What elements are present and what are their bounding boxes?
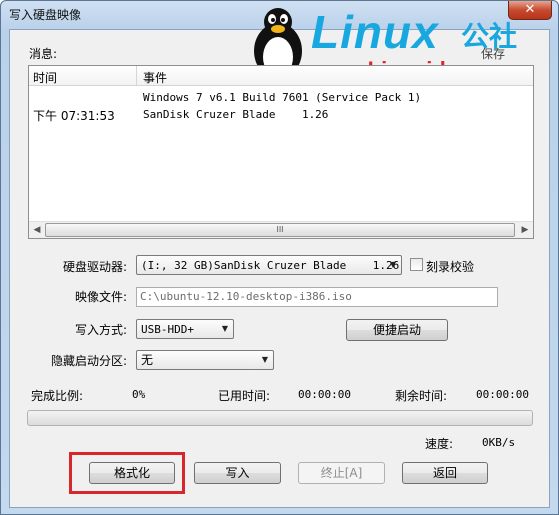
drive-select[interactable]: (I:, 32 GB)SanDisk Cruzer Blade 1.26 ▼ — [136, 255, 402, 275]
message-log-list[interactable]: 时间 事件 Windows 7 v6.1 Build 7601 (Service… — [28, 65, 534, 239]
scroll-right-icon[interactable]: ▶ — [518, 224, 532, 236]
elapsed-label: 已用时间: — [218, 389, 271, 403]
quick-boot-button[interactable]: 便捷启动 — [346, 319, 448, 341]
window-title: 写入硬盘映像 — [9, 8, 82, 22]
progress-bar — [27, 410, 533, 426]
write-mode-label: 写入方式: — [75, 323, 128, 337]
save-partial-label: 保存 — [481, 47, 506, 61]
remaining-value: 00:00:00 — [476, 388, 529, 401]
horizontal-scrollbar[interactable]: ◀ III ▶ — [29, 221, 533, 238]
hidden-partition-value: 无 — [141, 353, 154, 367]
image-file-field[interactable]: C:\ubuntu-12.10-desktop-i386.iso — [136, 287, 498, 307]
chevron-down-icon: ▼ — [261, 355, 269, 364]
scroll-thumb[interactable]: III — [45, 223, 515, 237]
column-event[interactable]: 事件 — [143, 69, 167, 86]
write-button[interactable]: 写入 — [194, 462, 281, 484]
log-event: Windows 7 v6.1 Build 7601 (Service Pack … — [143, 91, 422, 104]
write-mode-value: USB-HDD+ — [141, 323, 194, 336]
drive-label: 硬盘驱动器: — [63, 260, 128, 274]
drive-value: (I:, 32 GB)SanDisk Cruzer Blade 1.26 — [141, 259, 400, 272]
log-event: SanDisk Cruzer Blade 1.26 — [143, 108, 329, 121]
verify-label: 刻录校验 — [426, 260, 475, 274]
complete-value: 0% — [132, 388, 146, 401]
chevron-down-icon: ▼ — [389, 260, 397, 269]
verify-checkbox[interactable] — [410, 258, 423, 271]
messages-label: 消息: — [29, 47, 58, 61]
dialog-window: 写入硬盘映像 ✕ Linux 公社 www.Linuxidc.com 消息: 保… — [0, 0, 559, 515]
remaining-label: 剩余时间: — [395, 389, 448, 403]
back-button[interactable]: 返回 — [402, 462, 488, 484]
scroll-left-icon[interactable]: ◀ — [30, 224, 44, 236]
speed-label: 速度: — [425, 437, 454, 451]
log-header: 时间 事件 — [29, 66, 533, 86]
hidden-partition-label: 隐藏启动分区: — [51, 354, 128, 368]
chevron-down-icon: ▼ — [221, 324, 229, 333]
elapsed-value: 00:00:00 — [298, 388, 351, 401]
column-divider[interactable] — [136, 66, 137, 86]
hidden-partition-select[interactable]: 无 ▼ — [136, 350, 274, 370]
write-mode-select[interactable]: USB-HDD+ ▼ — [136, 319, 234, 339]
column-time[interactable]: 时间 — [33, 69, 57, 86]
log-time: 下午 07:31:53 — [33, 109, 115, 123]
logo-brand: Linux — [311, 6, 439, 58]
speed-value: 0KB/s — [482, 436, 516, 449]
stop-button[interactable]: 终止[A] — [298, 462, 385, 484]
complete-label: 完成比例: — [31, 389, 84, 403]
highlight-annotation-box — [69, 452, 185, 494]
image-file-label: 映像文件: — [75, 290, 128, 304]
